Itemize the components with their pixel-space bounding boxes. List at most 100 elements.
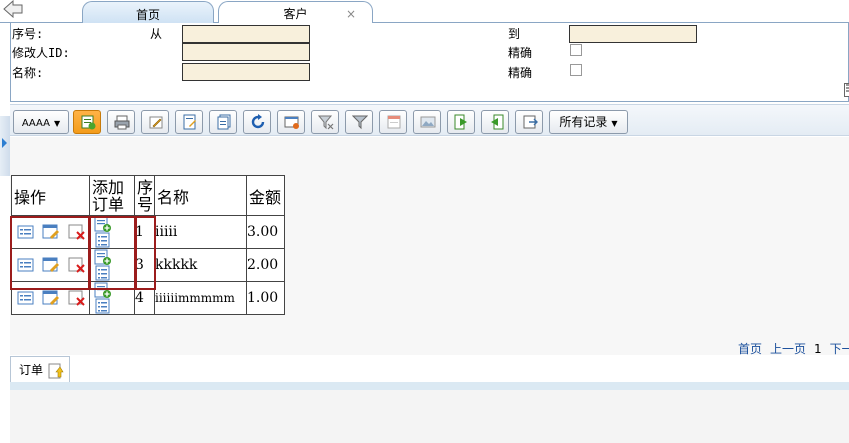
filter-button[interactable] (345, 110, 373, 134)
add-order-header: 添加 订单 (89, 175, 135, 216)
ops-cell (11, 248, 90, 282)
add-order-icon[interactable] (94, 249, 112, 265)
order-list-icon[interactable] (94, 298, 112, 314)
view-detail-icon[interactable] (17, 224, 35, 240)
pager-first-link[interactable]: 首页 (738, 342, 762, 356)
amount-cell: 3.00 (246, 215, 285, 249)
view-detail-icon[interactable] (17, 257, 35, 273)
tab-home[interactable]: 首页 (82, 1, 214, 23)
detail-panel (10, 390, 849, 443)
tab-home-label: 首页 (135, 8, 160, 22)
ops-header: 操作 (11, 175, 90, 216)
tab-orders[interactable]: 订单 (10, 356, 70, 382)
records-dropdown-label: 所有记录 (559, 115, 608, 129)
side-panel-handle[interactable] (0, 116, 10, 176)
seq-from-input[interactable] (182, 25, 310, 43)
name-cell: iiiii (154, 215, 247, 249)
amount-cell: 2.00 (246, 248, 285, 282)
image-button[interactable] (413, 110, 441, 134)
customer-grid: 操作 添加 订单 序号 名称 金额 1 iiiii 3.00 3 kkkkk 2… (11, 175, 285, 315)
exact-name-checkbox[interactable] (570, 64, 582, 76)
modifier-input[interactable] (182, 43, 310, 61)
printer-icon (114, 115, 130, 130)
delete-row-icon[interactable] (68, 224, 86, 240)
pager-current: 1 (814, 342, 822, 356)
print-button[interactable] (107, 110, 135, 134)
add-order-icon[interactable] (94, 282, 112, 298)
add-record-icon (81, 115, 96, 130)
search-panel: 序号: 从 到 修改人ID: 精确 名称: 精确 (10, 23, 849, 102)
exact-modifier-checkbox[interactable] (570, 44, 582, 56)
modifier-label: 修改人ID: (12, 46, 70, 60)
name-input[interactable] (182, 63, 310, 81)
chevron-down-icon: ▼ (54, 119, 61, 128)
edit-row-icon[interactable] (42, 257, 60, 273)
delete-row-icon[interactable] (68, 257, 86, 273)
add-order-cell (89, 248, 135, 282)
seq-label: 序号: (12, 27, 44, 41)
tab-customer-label: 客户 (283, 7, 308, 21)
image-icon (420, 116, 436, 128)
search-submit-icon[interactable] (844, 83, 849, 97)
add-record-button[interactable] (73, 110, 101, 134)
pager: 首页 上一页 1 下一 (738, 340, 849, 357)
edit-button[interactable] (141, 110, 169, 134)
window-button[interactable] (277, 110, 305, 134)
detail-tab-strip (10, 356, 849, 384)
amount-header: 金额 (246, 175, 285, 216)
seq-cell: 3 (134, 248, 155, 282)
delete-row-icon[interactable] (68, 290, 86, 306)
clear-filter-button[interactable] (311, 110, 339, 134)
exact-label-modifier: 精确 (508, 46, 533, 60)
backward-icon (491, 114, 504, 130)
export-button[interactable] (379, 110, 407, 134)
edit-document-icon (183, 114, 196, 130)
tab-customer[interactable]: 客户 × (218, 1, 373, 24)
table-row: 4 iiiiiimmmmm 1.00 (11, 281, 285, 315)
amount-cell: 1.00 (246, 281, 285, 315)
records-dropdown[interactable]: 所有记录 ▼ (549, 110, 628, 134)
toolbar: AAAA ▼ 所有记录 ▼ (10, 104, 849, 136)
order-list-icon[interactable] (94, 265, 112, 281)
back-arrow-icon[interactable] (2, 0, 24, 18)
order-list-icon[interactable] (94, 232, 112, 248)
pencil-note-icon (149, 116, 163, 129)
to-label: 到 (508, 27, 521, 41)
refresh-icon (251, 114, 265, 129)
window-settings-icon (284, 116, 299, 129)
ops-cell (11, 215, 90, 249)
pager-next-link[interactable]: 下一 (830, 342, 849, 356)
seq-cell: 1 (134, 215, 155, 249)
edit-row-icon[interactable] (42, 290, 60, 306)
clear-filter-icon (318, 115, 334, 130)
name-cell: iiiiiimmmmm (154, 281, 247, 315)
expand-arrow-icon (2, 138, 7, 148)
copy-document-icon (217, 114, 231, 130)
view-dropdown-label: AAAA (21, 118, 51, 129)
copy-button[interactable] (209, 110, 237, 134)
prev-record-button[interactable] (481, 110, 509, 134)
exit-button[interactable] (515, 110, 543, 134)
add-order-icon[interactable] (94, 216, 112, 232)
view-detail-icon[interactable] (17, 290, 35, 306)
seq-to-input[interactable] (569, 25, 697, 43)
modify-button[interactable] (175, 110, 203, 134)
grid-header-row: 操作 添加 订单 序号 名称 金额 (11, 175, 285, 216)
edit-row-icon[interactable] (42, 224, 60, 240)
next-record-button[interactable] (447, 110, 475, 134)
pager-prev-link[interactable]: 上一页 (770, 342, 806, 356)
detail-tab-underline (10, 382, 849, 390)
name-label: 名称: (12, 66, 44, 80)
add-order-cell (89, 215, 135, 249)
forward-icon (454, 114, 467, 130)
table-row: 1 iiiii 3.00 (11, 215, 285, 249)
add-order-cell (89, 281, 135, 315)
exact-label-name: 精确 (508, 66, 533, 80)
export-sheet-icon (387, 115, 401, 129)
view-dropdown[interactable]: AAAA ▼ (13, 110, 69, 134)
refresh-button[interactable] (243, 110, 271, 134)
order-document-icon (48, 363, 64, 379)
tab-orders-label: 订单 (19, 363, 44, 377)
ops-cell (11, 281, 90, 315)
table-row: 3 kkkkk 2.00 (11, 248, 285, 282)
